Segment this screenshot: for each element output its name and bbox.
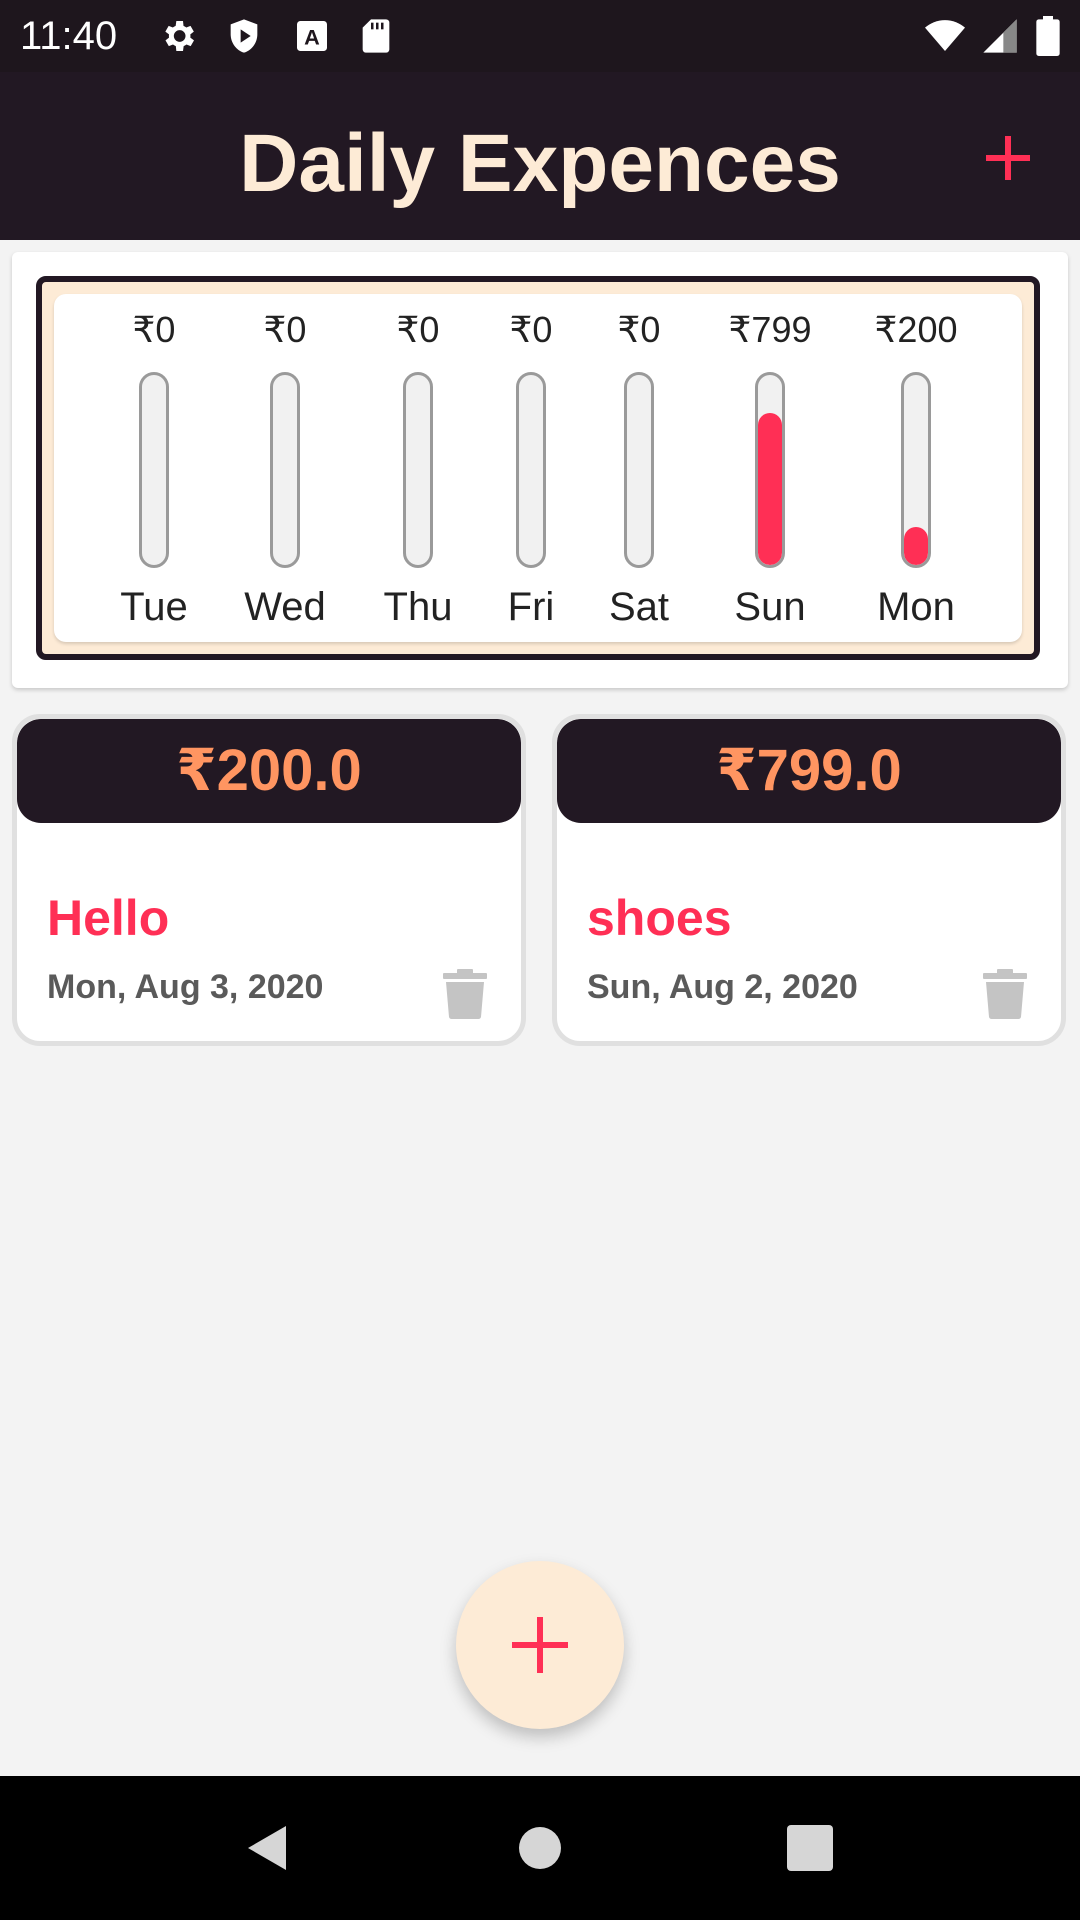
weekly-chart: ₹0 Tue ₹0 Wed ₹0 Thu ₹0 Fri ₹0 Sat ₹799 …	[54, 294, 1022, 642]
chart-day-label: Tue	[120, 585, 188, 629]
chart-day-amount: ₹200	[874, 309, 958, 350]
chart-day-bar	[901, 372, 931, 568]
chart-day-bar	[755, 372, 785, 568]
chart-day-bar-fill	[758, 413, 782, 565]
chart-day-label: Sat	[608, 585, 670, 629]
chart-day-bar	[403, 372, 433, 568]
chart-day-bar	[624, 372, 654, 568]
chart-day-amount: ₹799	[728, 309, 812, 350]
chart-day-label: Mon	[877, 585, 955, 629]
wifi-icon	[925, 20, 965, 51]
system-nav-bar	[0, 1776, 1080, 1920]
chart-day-label: Wed	[244, 585, 326, 629]
plus-icon	[512, 1617, 568, 1673]
transaction-date: Sun, Aug 2, 2020	[587, 968, 858, 1006]
chart-day-column: ₹799 Sun	[700, 294, 840, 642]
back-icon[interactable]	[242, 1822, 294, 1874]
transaction-title: Hello	[47, 890, 170, 946]
sd-card-icon	[362, 19, 390, 53]
weekly-chart-frame: ₹0 Tue ₹0 Wed ₹0 Thu ₹0 Fri ₹0 Sat ₹799 …	[36, 276, 1040, 660]
transaction-date: Mon, Aug 3, 2020	[47, 968, 324, 1006]
chart-day-amount: ₹0	[132, 309, 176, 350]
status-time: 11:40	[20, 14, 118, 58]
battery-icon	[1036, 16, 1060, 56]
chart-day-column: ₹200 Mon	[846, 294, 986, 642]
chart-day-column: ₹0 Wed	[215, 294, 355, 642]
status-bar: 11:40 A	[0, 0, 1080, 72]
chart-day-label: Sun	[734, 585, 806, 629]
delete-icon[interactable]	[983, 969, 1027, 1019]
transaction-card[interactable]: ₹799.0 shoes Sun, Aug 2, 2020	[552, 714, 1066, 1046]
a-box-icon: A	[297, 21, 327, 51]
chart-day-column: ₹0 Sat	[569, 294, 709, 642]
transaction-amount: ₹200.0	[17, 719, 521, 823]
chart-day-bar	[139, 372, 169, 568]
cell-signal-icon	[983, 19, 1017, 53]
recents-icon[interactable]	[784, 1822, 836, 1874]
transaction-amount: ₹799.0	[557, 719, 1061, 823]
transaction-card[interactable]: ₹200.0 Hello Mon, Aug 3, 2020	[12, 714, 526, 1046]
gear-icon	[165, 21, 194, 51]
transaction-title: shoes	[587, 890, 732, 946]
delete-icon[interactable]	[443, 969, 487, 1019]
app-bar: Daily Expences	[0, 72, 1080, 240]
add-expense-fab[interactable]	[456, 1561, 624, 1729]
chart-day-bar	[516, 372, 546, 568]
chart-day-amount: ₹0	[263, 309, 307, 350]
chart-day-amount: ₹0	[617, 309, 661, 350]
home-icon[interactable]	[514, 1822, 566, 1874]
svg-text:A: A	[304, 24, 320, 49]
chart-day-column: ₹0 Tue	[84, 294, 224, 642]
app-title: Daily Expences	[239, 118, 841, 209]
weekly-chart-card: ₹0 Tue ₹0 Wed ₹0 Thu ₹0 Fri ₹0 Sat ₹799 …	[12, 252, 1068, 688]
add-expense-plus-icon[interactable]	[980, 130, 1036, 186]
shield-icon	[230, 19, 258, 53]
chart-day-bar-fill	[904, 526, 928, 565]
chart-day-bar	[270, 372, 300, 568]
